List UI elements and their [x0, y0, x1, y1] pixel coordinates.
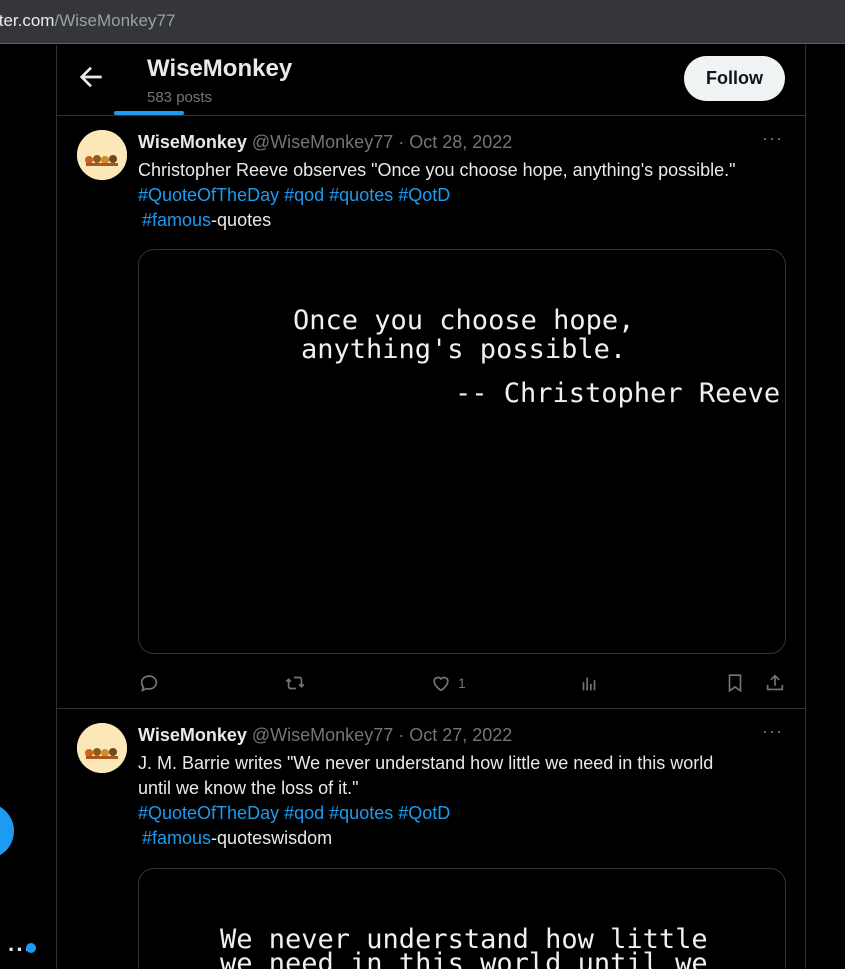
header-highlight-bar: [114, 111, 184, 115]
follow-button[interactable]: Follow: [684, 56, 785, 101]
url-host: tter.com: [0, 11, 55, 30]
tweet-text: until we know the loss of it.": [138, 778, 359, 798]
left-nav-rail: ···: [0, 45, 56, 969]
browser-address-bar[interactable]: tter.com/WiseMonkey77: [0, 0, 845, 44]
image-text-line: anything's possible.: [301, 334, 627, 365]
tweet-actions: 1: [138, 670, 786, 696]
url-path: /WiseMonkey77: [54, 11, 176, 30]
hashtag[interactable]: #QuoteOfTheDay: [138, 185, 279, 205]
profile-timeline-column: WiseMonkey 583 posts Follow WiseMonkey @…: [56, 45, 806, 969]
tweet-date[interactable]: Oct 28, 2022: [409, 132, 512, 152]
meta-separator: ·: [398, 132, 405, 152]
profile-header: WiseMonkey 583 posts Follow: [57, 45, 805, 116]
more-horizontal-icon[interactable]: ···: [762, 129, 784, 155]
avatar[interactable]: [77, 130, 127, 180]
hashtag-line: #famous-quoteswisdom: [142, 828, 332, 849]
hashtag[interactable]: #qod: [284, 803, 324, 823]
hashtag-line: #famous-quotes: [142, 210, 271, 231]
right-sidebar-edge: [806, 45, 845, 969]
hashtag[interactable]: #QotD: [398, 185, 450, 205]
tweet-meta: WiseMonkey @WiseMonkey77 · Oct 28, 2022: [138, 132, 512, 153]
author-handle[interactable]: @WiseMonkey77: [252, 725, 393, 745]
compose-post-button[interactable]: [0, 803, 14, 859]
author-name[interactable]: WiseMonkey: [138, 132, 247, 152]
image-text-line: Once you choose hope,: [293, 305, 635, 336]
profile-name: WiseMonkey: [147, 55, 293, 82]
avatar[interactable]: [77, 723, 127, 773]
author-name[interactable]: WiseMonkey: [138, 725, 247, 745]
post-count: 583 posts: [147, 89, 213, 106]
tag-suffix: -quotes: [211, 210, 272, 230]
image-text-line: -- Christopher Reeve: [455, 378, 781, 409]
tweet[interactable]: WiseMonkey @WiseMonkey77 · Oct 28, 2022 …: [57, 117, 805, 709]
author-handle[interactable]: @WiseMonkey77: [252, 132, 393, 152]
tweet[interactable]: WiseMonkey @WiseMonkey77 · Oct 27, 2022 …: [57, 710, 805, 969]
like-count: 1: [458, 675, 466, 691]
more-horizontal-icon[interactable]: ···: [762, 722, 784, 748]
views-chart-icon[interactable]: [578, 670, 600, 696]
url-text[interactable]: tter.com/WiseMonkey77: [0, 11, 175, 31]
hashtag[interactable]: #QuoteOfTheDay: [138, 803, 279, 823]
tweet-image[interactable]: We never understand how little we need i…: [138, 868, 786, 969]
hashtag[interactable]: #qod: [284, 185, 324, 205]
hashtag[interactable]: #famous: [142, 828, 211, 848]
hashtag[interactable]: #quotes: [329, 803, 393, 823]
reply-icon[interactable]: [138, 670, 160, 696]
retweet-icon[interactable]: [284, 670, 306, 696]
image-text-line: we need in this world until we: [220, 948, 708, 969]
tweet-image[interactable]: Once you choose hope, anything's possibl…: [138, 249, 786, 654]
notification-dot: [26, 943, 36, 953]
hashtag-line: #QuoteOfTheDay #qod #quotes #QotD: [138, 803, 450, 824]
tweet-date[interactable]: Oct 27, 2022: [409, 725, 512, 745]
hashtag-line: #QuoteOfTheDay #qod #quotes #QotD: [138, 185, 450, 206]
share-icon[interactable]: [764, 670, 786, 696]
tweet-text: J. M. Barrie writes "We never understand…: [138, 753, 714, 773]
heart-icon: [433, 676, 449, 692]
bookmark-icon[interactable]: [724, 670, 746, 696]
meta-separator: ·: [398, 725, 405, 745]
hashtag[interactable]: #QotD: [398, 803, 450, 823]
hashtag[interactable]: #famous: [142, 210, 211, 230]
hashtag[interactable]: #quotes: [329, 185, 393, 205]
back-arrow-icon[interactable]: [75, 61, 107, 93]
tag-suffix: -quoteswisdom: [211, 828, 333, 848]
like-button[interactable]: 1: [430, 670, 466, 696]
tweet-text: Christopher Reeve observes "Once you cho…: [138, 160, 736, 180]
tweet-meta: WiseMonkey @WiseMonkey77 · Oct 27, 2022: [138, 725, 512, 746]
